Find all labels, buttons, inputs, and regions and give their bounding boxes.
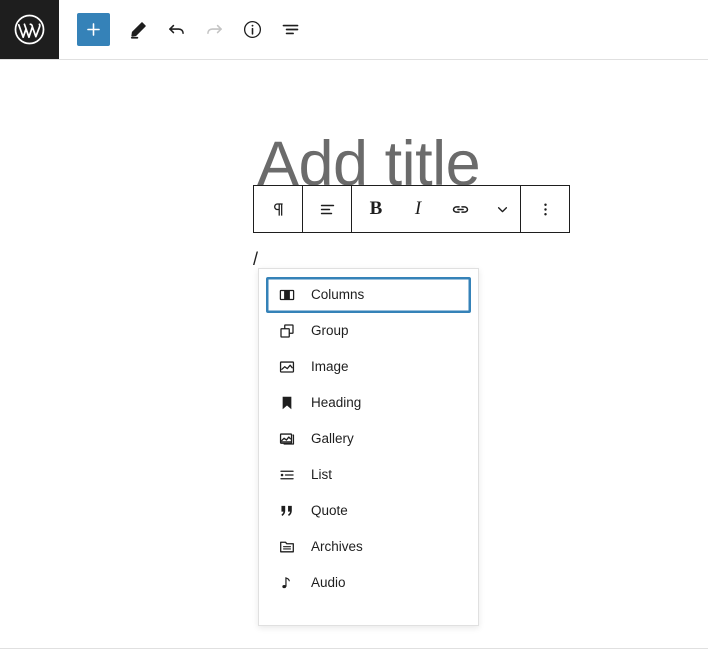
align-text-button[interactable]: [303, 186, 351, 232]
wordpress-logo-icon: [13, 13, 46, 46]
quote-icon: [277, 501, 297, 521]
slash-inserter-popover: Columns Group Image Heading Gallery List…: [258, 268, 479, 626]
link-button[interactable]: [436, 186, 484, 232]
block-toolbar: B I: [253, 185, 570, 233]
align-text-icon: [318, 200, 337, 219]
inserter-item-label: Group: [311, 323, 349, 339]
archives-icon: [277, 537, 297, 557]
options-group: [521, 186, 569, 232]
inserter-item-heading[interactable]: Heading: [266, 385, 471, 421]
inserter-item-label: Quote: [311, 503, 348, 519]
audio-note-icon: [277, 573, 297, 593]
block-type-group: [254, 186, 302, 232]
link-icon: [450, 199, 471, 220]
inserter-item-image[interactable]: Image: [266, 349, 471, 385]
add-block-button[interactable]: [77, 13, 110, 46]
inserter-item-label: Audio: [311, 575, 346, 591]
redo-button[interactable]: [195, 11, 233, 49]
image-icon: [277, 357, 297, 377]
vertical-dots-icon: [536, 200, 555, 219]
paragraph-pilcrow-icon: [269, 200, 288, 219]
details-button[interactable]: [233, 11, 271, 49]
italic-button[interactable]: I: [400, 186, 436, 232]
plus-icon: [84, 20, 103, 39]
chevron-down-icon: [494, 201, 511, 218]
inserter-item-quote[interactable]: Quote: [266, 493, 471, 529]
rich-text-group: B I: [352, 186, 520, 232]
header-toolbar: [59, 0, 309, 59]
block-type-button[interactable]: [254, 186, 302, 232]
gallery-icon: [277, 429, 297, 449]
inserter-item-label: Image: [311, 359, 349, 375]
inserter-item-audio[interactable]: Audio: [266, 565, 471, 601]
columns-icon: [277, 285, 297, 305]
group-icon: [277, 321, 297, 341]
undo-arrow-icon: [166, 19, 187, 40]
inserter-item-archives[interactable]: Archives: [266, 529, 471, 565]
list-icon: [277, 465, 297, 485]
heading-bookmark-icon: [277, 393, 297, 413]
inserter-item-list[interactable]: List: [266, 457, 471, 493]
inserter-item-label: List: [311, 467, 333, 483]
edit-tool-button[interactable]: [119, 11, 157, 49]
editor-footer: [0, 648, 708, 659]
inserter-item-columns[interactable]: Columns: [266, 277, 471, 313]
bold-button[interactable]: B: [352, 186, 400, 232]
align-group: [303, 186, 351, 232]
undo-button[interactable]: [157, 11, 195, 49]
more-rich-text-button[interactable]: [484, 186, 520, 232]
wordpress-logo-button[interactable]: [0, 0, 59, 59]
block-options-button[interactable]: [521, 186, 569, 232]
editor-header: [0, 0, 708, 60]
inserter-item-label: Heading: [311, 395, 362, 411]
list-view-button[interactable]: [271, 11, 309, 49]
inserter-item-group[interactable]: Group: [266, 313, 471, 349]
inserter-item-label: Archives: [311, 539, 363, 555]
redo-arrow-icon: [204, 19, 225, 40]
inserter-item-label: Gallery: [311, 431, 354, 447]
inserter-item-label: Columns: [311, 287, 365, 303]
list-view-icon: [280, 19, 301, 40]
editor-canvas: Add title / B I Columns Group Image Head…: [0, 60, 708, 648]
inserter-item-gallery[interactable]: Gallery: [266, 421, 471, 457]
pencil-icon: [128, 20, 148, 40]
info-circle-icon: [242, 19, 263, 40]
